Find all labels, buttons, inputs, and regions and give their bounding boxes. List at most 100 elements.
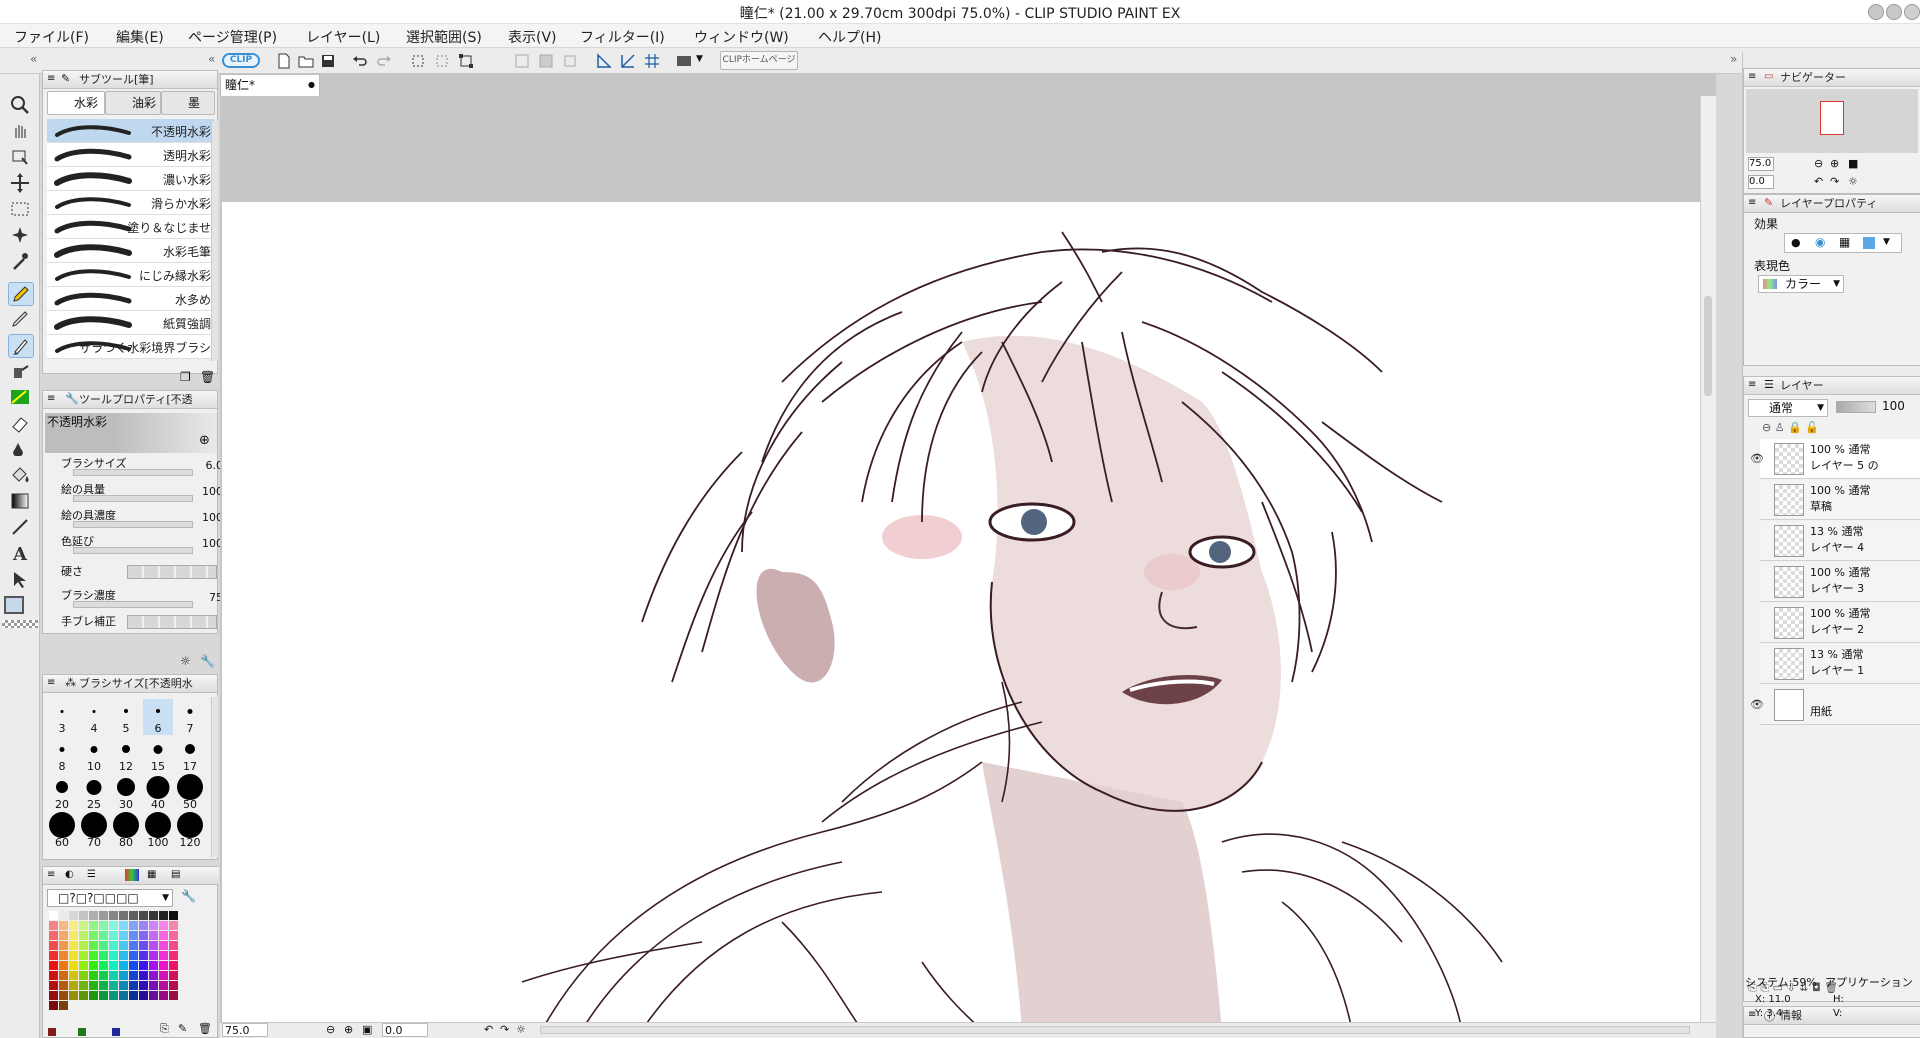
nav-rotate-right-icon[interactable]: ↷ bbox=[1830, 175, 1839, 188]
vertical-scroll-thumb[interactable] bbox=[1704, 296, 1712, 396]
special-ruler-snap-icon[interactable] bbox=[618, 51, 638, 71]
preview-search-icon[interactable]: ⊕ bbox=[199, 433, 210, 448]
brush-size-preset[interactable]: 25 bbox=[79, 775, 109, 811]
visibility-toggle[interactable] bbox=[1750, 657, 1762, 669]
brush-size-preset[interactable]: 70 bbox=[79, 812, 109, 849]
menu-layer[interactable]: レイヤー(L) bbox=[306, 27, 380, 47]
layer-row[interactable]: 100 % 通常 レイヤー 3 bbox=[1760, 562, 1920, 602]
color-swatch[interactable] bbox=[169, 951, 178, 960]
brush-size-preset[interactable]: 4 bbox=[79, 699, 109, 735]
color-swatch[interactable] bbox=[69, 971, 78, 980]
main-color-chip[interactable] bbox=[48, 1028, 56, 1036]
color-swatch[interactable] bbox=[149, 971, 158, 980]
gradient-tool-icon[interactable] bbox=[8, 490, 34, 514]
color-swatch[interactable] bbox=[99, 911, 108, 920]
brush-size-preset[interactable]: 20 bbox=[47, 775, 77, 811]
rotate-right-icon[interactable]: ↷ bbox=[500, 1023, 509, 1036]
subtool-item[interactable]: 塗り＆なじませ bbox=[47, 215, 215, 239]
auto-select-tool-icon[interactable] bbox=[8, 224, 34, 248]
collapse-panel-icon[interactable]: « bbox=[208, 52, 215, 66]
color-swatch[interactable] bbox=[79, 941, 88, 950]
layer-row[interactable]: 👁 100 % 通常 レイヤー 5 の bbox=[1750, 439, 1920, 479]
property-row[interactable]: 絵の具量 100 bbox=[47, 481, 247, 505]
paper-layer[interactable]: 👁 用紙 bbox=[1750, 685, 1920, 725]
color-swatch[interactable] bbox=[139, 991, 148, 1000]
color-swatch[interactable] bbox=[109, 991, 118, 1000]
color-swatch[interactable] bbox=[129, 931, 138, 940]
color-swatch[interactable] bbox=[69, 911, 78, 920]
vertical-scrollbar[interactable] bbox=[1700, 96, 1716, 1030]
pencil-tool-icon[interactable] bbox=[8, 308, 34, 332]
open-file-icon[interactable] bbox=[296, 51, 316, 71]
menu-file[interactable]: ファイル(F) bbox=[14, 27, 89, 47]
property-slider[interactable] bbox=[73, 547, 193, 554]
color-swatch[interactable] bbox=[109, 981, 118, 990]
decoration-tool-icon[interactable] bbox=[8, 386, 34, 410]
panel-menu-icon[interactable]: ≡ bbox=[1748, 379, 1756, 390]
color-swatch[interactable] bbox=[99, 1001, 108, 1010]
color-swatch[interactable] bbox=[49, 961, 58, 970]
color-swatch[interactable] bbox=[49, 941, 58, 950]
color-swatch[interactable] bbox=[169, 931, 178, 940]
color-swatch[interactable] bbox=[159, 981, 168, 990]
zoom-in-icon[interactable]: ⊕ bbox=[344, 1023, 353, 1036]
nav-fit-icon[interactable]: ■ bbox=[1848, 157, 1858, 170]
layer-row[interactable]: 100 % 通常 レイヤー 2 bbox=[1760, 603, 1920, 643]
pen-tool-icon[interactable] bbox=[8, 282, 34, 306]
property-row[interactable]: 絵の具濃度 100 bbox=[47, 507, 247, 531]
color-swatch[interactable] bbox=[119, 991, 128, 1000]
color-circle-tab-icon[interactable]: ◐ bbox=[65, 869, 74, 880]
effect-dropdown-icon[interactable]: ▼ bbox=[1883, 237, 1890, 247]
nav-reset-icon[interactable]: ☼ bbox=[1848, 175, 1858, 188]
figure-tool-icon[interactable] bbox=[8, 516, 34, 540]
property-slider[interactable] bbox=[73, 521, 193, 528]
color-swatch[interactable] bbox=[139, 941, 148, 950]
blend-mode-select[interactable]: 通常 ▼ bbox=[1748, 399, 1828, 417]
brush-size-preset[interactable]: 100 bbox=[143, 812, 173, 849]
color-swatch[interactable] bbox=[59, 981, 68, 990]
color-swatch[interactable] bbox=[169, 1001, 178, 1010]
color-swatch[interactable] bbox=[79, 951, 88, 960]
panel-menu-icon[interactable]: ≡ bbox=[47, 869, 55, 880]
duplicate-subtool-icon[interactable]: ❐ bbox=[180, 370, 191, 384]
property-row[interactable]: ブラシ濃度 75 bbox=[47, 587, 247, 611]
color-swatch[interactable] bbox=[89, 991, 98, 1000]
main-color-swatch[interactable] bbox=[4, 596, 24, 614]
fill-icon[interactable] bbox=[536, 51, 556, 71]
color-swatch[interactable] bbox=[149, 1001, 158, 1010]
color-swatch[interactable] bbox=[109, 941, 118, 950]
panel-menu-icon[interactable]: ≡ bbox=[47, 677, 55, 688]
property-value[interactable]: 6.0 bbox=[195, 459, 224, 472]
color-swatch[interactable] bbox=[49, 931, 58, 940]
color-swatch[interactable] bbox=[59, 931, 68, 940]
menu-view[interactable]: 表示(V) bbox=[508, 27, 557, 47]
color-swatch[interactable] bbox=[59, 941, 68, 950]
color-swatch[interactable] bbox=[129, 991, 138, 1000]
text-tool-icon[interactable]: A bbox=[8, 542, 34, 566]
layer-row[interactable]: 13 % 通常 レイヤー 4 bbox=[1760, 521, 1920, 561]
color-swatch[interactable] bbox=[169, 971, 178, 980]
brush-size-preset[interactable]: 17 bbox=[175, 737, 205, 773]
color-swatch[interactable] bbox=[99, 951, 108, 960]
color-swatch[interactable] bbox=[99, 971, 108, 980]
brush-size-preset[interactable]: 15 bbox=[143, 737, 173, 773]
color-swatch[interactable] bbox=[149, 941, 158, 950]
panel-menu-icon[interactable]: ≡ bbox=[47, 73, 55, 84]
undo-icon[interactable] bbox=[350, 51, 370, 71]
color-swatch[interactable] bbox=[99, 961, 108, 970]
color-set-select[interactable]: □?□?□□□□ ▼ bbox=[47, 889, 173, 907]
property-value[interactable]: 75 bbox=[195, 591, 223, 604]
drawing-paper[interactable] bbox=[222, 202, 1716, 1030]
rotate-left-icon[interactable]: ↶ bbox=[484, 1023, 493, 1036]
color-swatch[interactable] bbox=[69, 991, 78, 1000]
property-row[interactable]: 硬さ bbox=[47, 563, 247, 587]
layer-row[interactable]: 13 % 通常 レイヤー 1 bbox=[1760, 644, 1920, 684]
brush-size-preset[interactable]: 12 bbox=[111, 737, 141, 773]
color-swatch[interactable] bbox=[119, 961, 128, 970]
transparent-color-swatch[interactable] bbox=[2, 620, 38, 628]
brush-size-preset[interactable]: 30 bbox=[111, 775, 141, 811]
color-swatch[interactable] bbox=[109, 951, 118, 960]
color-swatch[interactable] bbox=[159, 991, 168, 1000]
brush-size-preset[interactable]: 60 bbox=[47, 812, 77, 849]
color-swatch[interactable] bbox=[109, 931, 118, 940]
